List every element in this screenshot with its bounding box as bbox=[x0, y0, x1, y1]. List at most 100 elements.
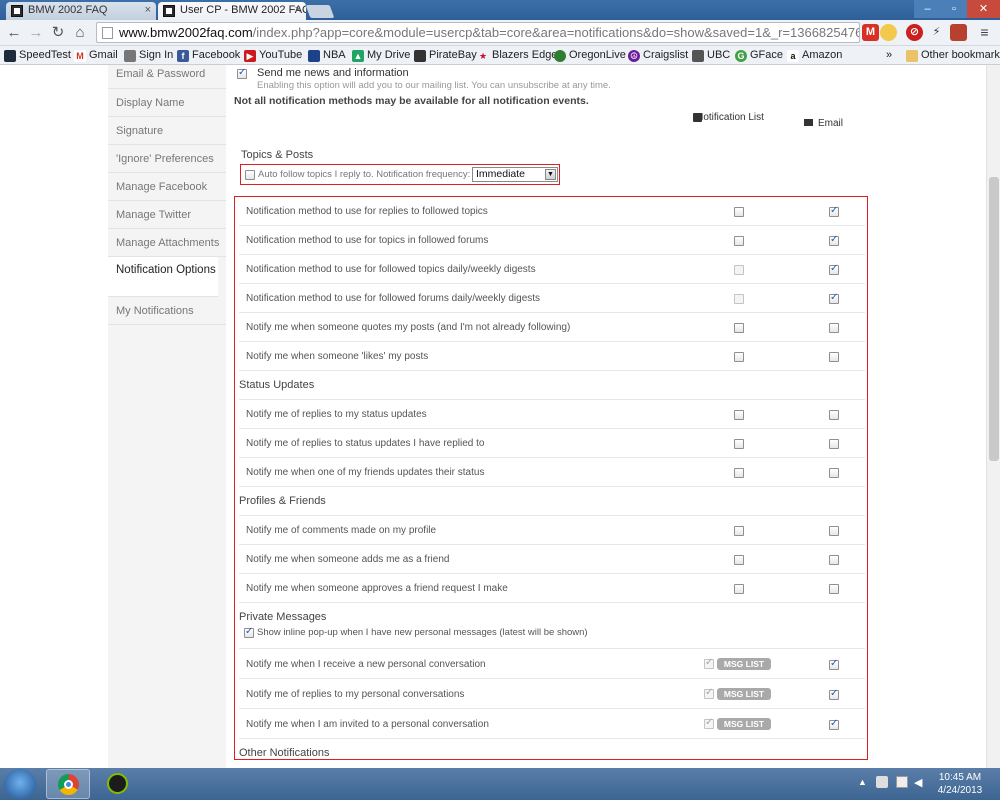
menu-icon[interactable]: ≡ bbox=[976, 24, 993, 41]
news-checkbox[interactable] bbox=[237, 67, 247, 79]
list-checkbox[interactable] bbox=[734, 352, 744, 362]
sidebar-item-display-name[interactable]: Display Name bbox=[108, 89, 226, 117]
list-checkbox[interactable] bbox=[704, 717, 714, 729]
sidebar-item-manage-twitter[interactable]: Manage Twitter bbox=[108, 201, 226, 229]
list-checkbox[interactable] bbox=[734, 265, 744, 275]
email-checkbox[interactable] bbox=[829, 234, 839, 246]
start-button[interactable] bbox=[4, 769, 36, 799]
bookmark-ubc[interactable]: UBC bbox=[692, 48, 730, 63]
bookmark-gface[interactable]: G GFace bbox=[735, 48, 783, 63]
lightning-extension-icon[interactable]: ⚡ bbox=[928, 24, 945, 41]
email-checkbox[interactable] bbox=[829, 468, 839, 478]
home-icon[interactable]: ⌂ bbox=[70, 23, 90, 43]
list-checkbox[interactable] bbox=[734, 236, 744, 246]
page-scrollbar[interactable] bbox=[986, 65, 1000, 768]
address-bar[interactable]: www.bmw2002faq.com/index.php?app=core&mo… bbox=[96, 22, 860, 43]
close-tab-icon[interactable]: × bbox=[145, 2, 151, 19]
bookmark-sign-in[interactable]: Sign In bbox=[124, 48, 173, 63]
bookmark-youtube[interactable]: ▶ YouTube bbox=[244, 48, 302, 63]
bookmark-craigslist[interactable]: ☮ Craigslist bbox=[628, 48, 688, 63]
list-checkbox[interactable] bbox=[734, 410, 744, 420]
new-tab-button[interactable] bbox=[305, 5, 335, 18]
profiles-friends-heading: Profiles & Friends bbox=[239, 495, 326, 507]
forward-arrow-icon[interactable]: → bbox=[26, 23, 46, 43]
list-checkbox[interactable] bbox=[734, 294, 744, 304]
bookmark-oregonlive[interactable]: OregonLive bbox=[554, 48, 626, 63]
list-checkbox[interactable] bbox=[734, 584, 744, 594]
sidebar-item-notification-options[interactable]: Notification Options bbox=[108, 257, 218, 297]
sidebar-item-manage-attachments[interactable]: Manage Attachments bbox=[108, 229, 226, 257]
list-checkbox[interactable] bbox=[734, 439, 744, 449]
gmail-extension-icon[interactable]: M bbox=[862, 24, 879, 41]
email-checkbox[interactable] bbox=[829, 584, 839, 594]
email-checkbox[interactable] bbox=[829, 526, 839, 536]
email-checkbox[interactable] bbox=[829, 263, 839, 275]
other-bookmarks-folder[interactable]: Other bookmarks bbox=[906, 48, 1000, 63]
volume-icon[interactable]: ◀ bbox=[914, 776, 922, 789]
dropdown-arrow-icon[interactable]: ▼ bbox=[545, 169, 556, 180]
scrollbar-thumb[interactable] bbox=[989, 177, 999, 461]
table-row: Notify me of replies to my personal conv… bbox=[239, 679, 865, 709]
sidebar-item-manage-facebook[interactable]: Manage Facebook bbox=[108, 173, 226, 201]
email-checkbox[interactable] bbox=[829, 658, 839, 670]
maximize-window-button[interactable]: ▫ bbox=[941, 0, 967, 18]
network-icon[interactable] bbox=[896, 776, 908, 788]
email-checkbox[interactable] bbox=[829, 439, 839, 449]
email-checkbox[interactable] bbox=[829, 555, 839, 565]
back-arrow-icon[interactable]: ← bbox=[4, 23, 24, 43]
pocket-extension-icon[interactable] bbox=[950, 24, 967, 41]
bookmark-gmail[interactable]: M Gmail bbox=[74, 48, 118, 63]
email-checkbox[interactable] bbox=[829, 323, 839, 333]
browser-tab-bmw-faq[interactable]: BMW 2002 FAQ × bbox=[6, 2, 156, 20]
envelope-icon bbox=[804, 119, 813, 126]
bookmark-facebook[interactable]: f Facebook bbox=[177, 48, 240, 63]
list-checkbox[interactable] bbox=[734, 468, 744, 478]
sidebar-item-my-notifications[interactable]: My Notifications bbox=[108, 297, 226, 325]
list-checkbox[interactable] bbox=[734, 323, 744, 333]
close-tab-icon[interactable]: × bbox=[295, 2, 301, 19]
list-checkbox[interactable] bbox=[734, 207, 744, 217]
pm-popup-checkbox[interactable] bbox=[244, 626, 254, 638]
minimize-window-button[interactable]: – bbox=[914, 0, 941, 18]
clock-time: 10:45 AM bbox=[938, 772, 982, 783]
email-checkbox[interactable] bbox=[829, 688, 839, 700]
auto-follow-highlight: Auto follow topics I reply to. Notificat… bbox=[240, 164, 560, 185]
email-checkbox[interactable] bbox=[829, 352, 839, 362]
bookmarks-overflow-button[interactable]: » bbox=[886, 48, 892, 63]
user-icon bbox=[693, 113, 702, 122]
action-center-icon[interactable] bbox=[876, 776, 888, 788]
list-checkbox[interactable] bbox=[734, 526, 744, 536]
spotify-taskbar-button[interactable] bbox=[96, 769, 140, 799]
email-checkbox[interactable] bbox=[829, 410, 839, 420]
system-clock[interactable]: 10:45 AM 4/24/2013 bbox=[930, 771, 990, 797]
reload-icon[interactable]: ↻ bbox=[48, 23, 68, 43]
auto-follow-checkbox[interactable] bbox=[245, 170, 255, 180]
list-checkbox[interactable] bbox=[704, 657, 714, 669]
bookmark-speedtest[interactable]: SpeedTest bbox=[4, 48, 71, 63]
list-checkbox[interactable] bbox=[734, 555, 744, 565]
bookmark-blazers-edge[interactable]: ★ Blazers Edge bbox=[477, 48, 557, 63]
availability-warning: Not all notification methods may be avai… bbox=[234, 95, 589, 107]
tab-title: BMW 2002 FAQ bbox=[28, 4, 108, 16]
email-checkbox[interactable] bbox=[829, 292, 839, 304]
tray-expand-icon[interactable]: ▲ bbox=[858, 777, 867, 787]
table-row: Notify me when someone adds me as a frie… bbox=[239, 545, 865, 574]
browser-tab-user-cp[interactable]: User CP - BMW 2002 FAQ × bbox=[158, 2, 306, 20]
bookmark-piratebay[interactable]: PirateBay bbox=[414, 48, 477, 63]
email-checkbox[interactable] bbox=[829, 718, 839, 730]
bookmark-nba[interactable]: NBA bbox=[308, 48, 346, 63]
sidebar-item-email-password[interactable]: Email & Password bbox=[108, 65, 226, 89]
folder-icon bbox=[906, 50, 918, 62]
frequency-select[interactable]: Immediate ▼ bbox=[472, 167, 558, 182]
email-checkbox[interactable] bbox=[829, 205, 839, 217]
chrome-taskbar-button[interactable] bbox=[46, 769, 90, 799]
list-checkbox[interactable] bbox=[704, 687, 714, 699]
close-window-button[interactable]: ✕ bbox=[967, 0, 1000, 18]
sidebar-item-ignore-preferences[interactable]: 'Ignore' Preferences bbox=[108, 145, 226, 173]
bookmark-my-drive[interactable]: ▲ My Drive bbox=[352, 48, 410, 63]
bookmark-amazon[interactable]: a Amazon bbox=[787, 48, 842, 63]
sidebar-item-signature[interactable]: Signature bbox=[108, 117, 226, 145]
adblock-extension-icon[interactable]: ⊘ bbox=[906, 24, 923, 41]
weather-extension-icon[interactable] bbox=[880, 24, 897, 41]
table-row: Notify me when one of my friends updates… bbox=[239, 458, 865, 487]
